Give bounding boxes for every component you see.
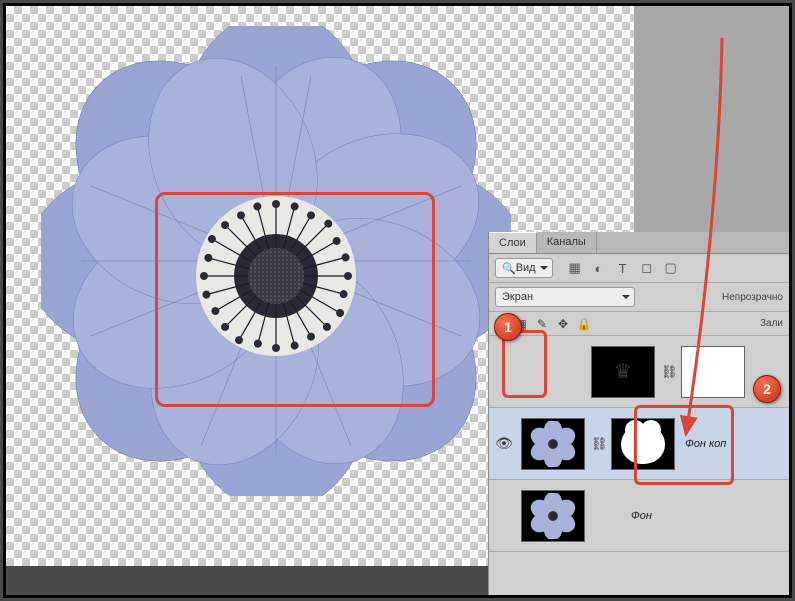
- filter-type-icons: ▦ ◐ T ◻ ▢: [567, 260, 679, 276]
- filter-smart-icon[interactable]: ▢: [663, 260, 679, 276]
- eye-icon: 👁: [495, 435, 513, 452]
- link-icon[interactable]: ⛓: [661, 364, 675, 380]
- filter-adjustment-icon[interactable]: ◐: [591, 260, 607, 276]
- layer-name[interactable]: Фон коп: [685, 438, 726, 450]
- layer-mask-thumbnail[interactable]: [611, 418, 675, 470]
- lock-paint-icon[interactable]: ✎: [535, 316, 550, 331]
- lock-row: ть: ▦ ✎ ✥ 🔒 Зали: [489, 312, 789, 336]
- layer-row[interactable]: ♛ ⛓: [489, 336, 789, 408]
- layer-row[interactable]: 👁 ⛓ Фон коп: [489, 408, 789, 480]
- panel-tabs: Слои Каналы: [489, 232, 789, 254]
- marker-text: 2: [763, 381, 771, 397]
- layer-thumbnail[interactable]: [521, 490, 585, 542]
- crown-icon: ♛: [614, 359, 632, 384]
- layer-thumbnail[interactable]: [521, 418, 585, 470]
- layer-filter-row: 🔍 Вид ▦ ◐ T ◻ ▢: [489, 254, 789, 283]
- blend-mode-label: Экран: [502, 291, 533, 303]
- tab-channels[interactable]: Каналы: [537, 232, 597, 253]
- search-icon: 🔍: [502, 262, 516, 275]
- layer-effects-white-thumbnail[interactable]: [681, 346, 745, 398]
- layer-name[interactable]: Фон: [631, 510, 652, 522]
- opacity-label[interactable]: Непрозрачно: [722, 292, 783, 303]
- filter-type-icon[interactable]: T: [615, 260, 631, 276]
- tab-layers[interactable]: Слои: [489, 232, 537, 253]
- link-icon[interactable]: ⛓: [591, 436, 605, 452]
- blend-mode-dropdown[interactable]: Экран: [495, 287, 635, 307]
- marker-text: 1: [504, 319, 512, 335]
- filter-kind-dropdown[interactable]: 🔍 Вид: [495, 258, 553, 278]
- filter-kind-label: Вид: [516, 262, 536, 274]
- filter-pixel-icon[interactable]: ▦: [567, 260, 583, 276]
- visibility-toggle[interactable]: 👁: [493, 435, 515, 452]
- blend-row: Экран Непрозрачно: [489, 283, 789, 312]
- workspace-gray: [634, 6, 789, 232]
- filter-shape-icon[interactable]: ◻: [639, 260, 655, 276]
- layer-effects-thumbnail[interactable]: ♛: [591, 346, 655, 398]
- flower-image: [41, 26, 511, 496]
- lock-position-icon[interactable]: ✥: [556, 316, 571, 331]
- lock-all-icon[interactable]: 🔒: [577, 316, 592, 331]
- fill-label[interactable]: Зали: [760, 318, 783, 329]
- mask-shape: [621, 424, 665, 464]
- layers-panel: Слои Каналы 🔍 Вид ▦ ◐ T ◻ ▢ Экран Непроз…: [488, 232, 789, 595]
- annotation-marker-2: 2: [753, 375, 781, 403]
- annotation-marker-1: 1: [494, 313, 522, 341]
- layer-row[interactable]: Фон: [489, 480, 789, 552]
- layers-list: ♛ ⛓ 👁: [489, 336, 789, 552]
